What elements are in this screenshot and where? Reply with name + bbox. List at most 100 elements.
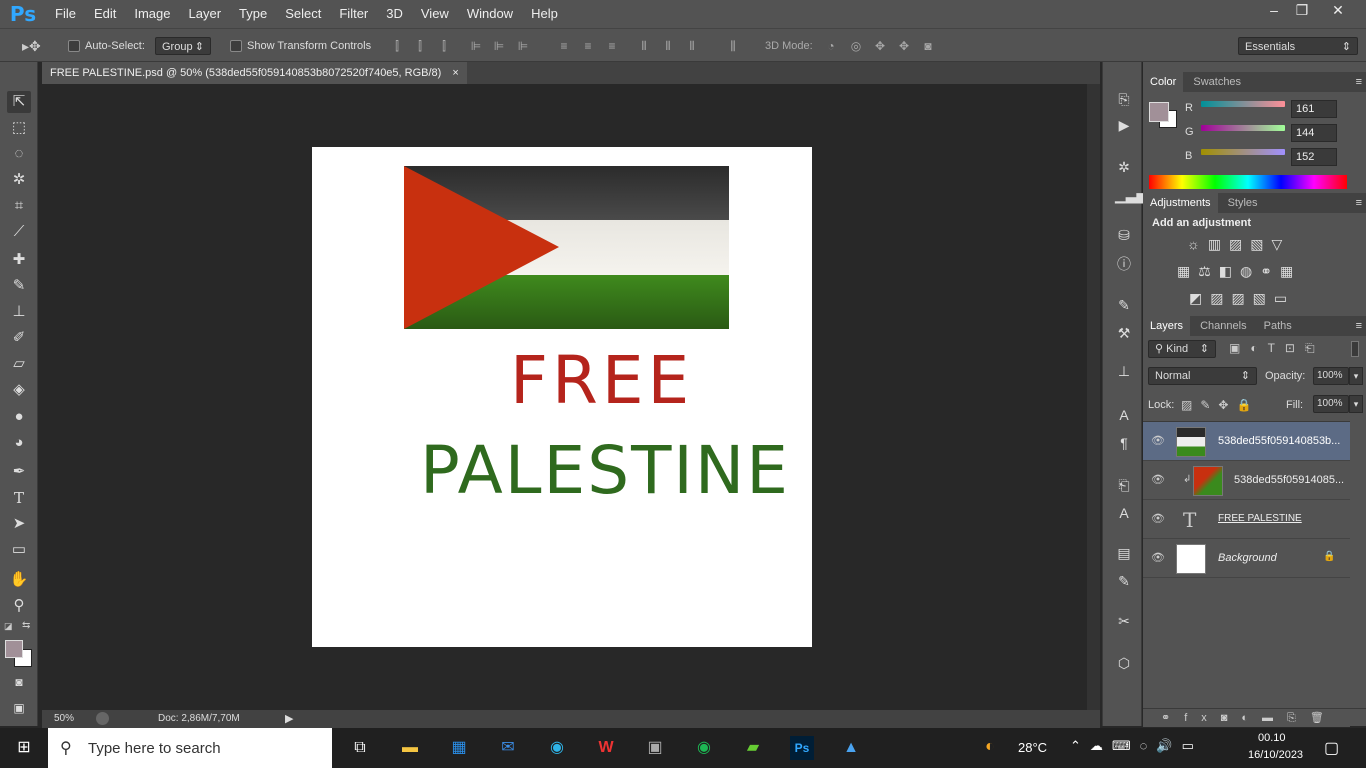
adjustment-icons-row3[interactable]: ◩▨▨▧▭ (1189, 290, 1295, 307)
dodge-tool-icon[interactable]: ◕ (7, 432, 31, 454)
brush-presets-icon[interactable]: ⛁ (1115, 226, 1133, 244)
layer-name[interactable]: 538ded55f059140853b... (1218, 435, 1340, 447)
b-value[interactable]: 152 (1291, 148, 1337, 166)
store-icon[interactable]: ▦ (447, 736, 471, 760)
auto-align-icon[interactable]: ⫼ (726, 39, 740, 53)
menu-type[interactable]: Type (230, 0, 276, 28)
tab-channels[interactable]: Channels (1193, 316, 1253, 336)
actions-panel-icon[interactable]: ▶ (1115, 116, 1133, 134)
distribute-hcenter-icon[interactable]: ⫴ (661, 39, 675, 53)
info-panel-icon[interactable]: ⓘ (1115, 255, 1133, 273)
layer-name[interactable]: FREE PALESTINE (1218, 513, 1302, 524)
3d-rotate-icon[interactable]: ◔ (824, 39, 838, 53)
align-bottom-icon[interactable]: ⫿ (437, 39, 451, 53)
foreground-color-swatch[interactable] (5, 640, 23, 658)
3d-panel-icon[interactable]: ✲ (1115, 158, 1133, 176)
vertical-scrollbar[interactable] (1087, 84, 1100, 710)
histogram-panel-icon[interactable]: ▁▃▅ (1115, 186, 1147, 204)
photoshop-taskbar-icon[interactable]: Ps (790, 736, 814, 760)
tab-layers[interactable]: Layers (1143, 316, 1191, 336)
palestine-text[interactable]: PALESTINE (420, 432, 790, 509)
layer-row[interactable]: 👁 T FREE PALESTINE (1143, 500, 1350, 539)
align-top-icon[interactable]: ⫿ (390, 39, 404, 53)
opacity-value[interactable]: 100% (1313, 367, 1349, 385)
align-hcenter-icon[interactable]: ⊫ (492, 39, 506, 53)
fill-dropdown-icon[interactable]: ▾ (1349, 395, 1363, 413)
distribute-top-icon[interactable]: ≡ (557, 39, 571, 53)
quick-mask-icon[interactable]: ◙ (7, 671, 31, 693)
panel-menu-icon[interactable]: ≡ (1356, 72, 1362, 92)
visibility-eye-icon[interactable]: 👁 (1151, 473, 1165, 487)
layer-name[interactable]: Background (1218, 552, 1277, 564)
tab-styles[interactable]: Styles (1221, 193, 1265, 213)
screen-mode-icon[interactable]: ▣ (7, 697, 31, 719)
visibility-eye-icon[interactable]: 👁 (1151, 434, 1165, 448)
3d-roll-icon[interactable]: ◎ (849, 39, 863, 53)
show-transform-checkbox[interactable]: Show Transform Controls (230, 37, 371, 55)
lasso-tool-icon[interactable]: ◌ (7, 143, 31, 165)
swap-colors-icon[interactable]: ⇆ (22, 620, 30, 631)
adjustment-icons-row2[interactable]: ▦⚖◧◍⚭▦ (1177, 263, 1301, 280)
rectangle-tool-icon[interactable]: ▭ (7, 539, 31, 561)
color-fg-swatch[interactable] (1149, 102, 1169, 122)
paint-bucket-tool-icon[interactable]: ◈ (7, 379, 31, 401)
panel-menu-icon[interactable]: ≡ (1356, 316, 1362, 336)
layer-row[interactable]: 👁 Background 🔒 (1143, 539, 1350, 578)
menu-3d[interactable]: 3D (377, 0, 412, 28)
layer-row[interactable]: 👁 538ded55f059140853b... (1143, 422, 1350, 461)
status-menu-arrow-icon[interactable]: ▶ (285, 712, 293, 725)
layers-footer-icons[interactable]: ⚭fx◙◐▬⎘🗑 (1143, 708, 1366, 726)
photos-icon[interactable]: ▲ (839, 736, 863, 760)
tab-adjustments[interactable]: Adjustments (1143, 193, 1218, 213)
move-tool-icon[interactable]: ⇱ (7, 91, 31, 113)
distribute-bottom-icon[interactable]: ≡ (605, 39, 619, 53)
3d-scale-icon[interactable]: ◙ (921, 39, 935, 53)
adjustment-icons-row1[interactable]: ☼▥▨▧▽ (1187, 236, 1290, 253)
distribute-vcenter-icon[interactable]: ≡ (581, 39, 595, 53)
timeline-icon[interactable]: ⬡ (1115, 654, 1133, 672)
close-button[interactable]: ✕ (1320, 0, 1356, 20)
crop-tool-icon[interactable]: ⌗ (7, 195, 31, 217)
visibility-eye-icon[interactable]: 👁 (1151, 512, 1165, 526)
marquee-tool-icon[interactable]: ⬚ (7, 117, 31, 139)
path-selection-tool-icon[interactable]: ➤ (7, 513, 31, 535)
app-icon[interactable]: ▰ (741, 736, 765, 760)
fill-value[interactable]: 100% (1313, 395, 1349, 413)
zoom-tool-icon[interactable]: ⚲ (7, 595, 31, 617)
task-view-icon[interactable]: ⧉ (348, 736, 372, 760)
tool-presets-icon[interactable]: ⚒ (1115, 324, 1133, 342)
history-brush-tool-icon[interactable]: ✐ (7, 327, 31, 349)
menu-layer[interactable]: Layer (180, 0, 231, 28)
opacity-dropdown-icon[interactable]: ▾ (1349, 367, 1363, 385)
align-vcenter-icon[interactable]: ⫿ (413, 39, 427, 53)
system-tray-icons[interactable]: ⌃☁⌨◌🔊▭ (1070, 738, 1203, 754)
distribute-left-icon[interactable]: ⫴ (637, 39, 651, 53)
tab-swatches[interactable]: Swatches (1186, 72, 1248, 92)
taskbar-search[interactable]: ⚲ Type here to search (48, 728, 332, 768)
spotify-icon[interactable]: ◉ (692, 736, 716, 760)
document-tab[interactable]: FREE PALESTINE.psd @ 50% (538ded55f05914… (42, 62, 467, 84)
paragraph-panel-icon[interactable]: ¶ (1115, 434, 1133, 452)
paragraph-styles-icon[interactable]: A (1115, 504, 1133, 522)
free-text[interactable]: FREE (404, 342, 764, 419)
tab-paths[interactable]: Paths (1257, 316, 1299, 336)
menu-file[interactable]: File (46, 0, 85, 28)
clock-time[interactable]: 00.10 (1258, 732, 1286, 744)
color-spectrum[interactable] (1149, 175, 1347, 189)
clone-stamp-tool-icon[interactable]: ⊥ (7, 301, 31, 323)
brush-panel-icon[interactable]: ✎ (1115, 296, 1133, 314)
wps-icon[interactable]: W (594, 736, 618, 760)
status-icon[interactable] (96, 712, 109, 725)
blend-mode-dropdown[interactable]: Normal ⇕ (1148, 367, 1257, 385)
visibility-eye-icon[interactable]: 👁 (1151, 551, 1165, 565)
filter-toggle[interactable] (1351, 341, 1359, 357)
magic-wand-tool-icon[interactable]: ✲ (7, 169, 31, 191)
layer-filter-kind-dropdown[interactable]: ⚲ Kind ⇕ (1148, 340, 1216, 358)
windows-start-icon[interactable]: ⊞ (12, 736, 36, 760)
move-tool-icon[interactable]: ▸✥ (22, 37, 41, 55)
3d-pan-icon[interactable]: ✥ (873, 39, 887, 53)
eraser-tool-icon[interactable]: ▱ (7, 353, 31, 375)
menu-image[interactable]: Image (125, 0, 179, 28)
brush-tool-icon[interactable]: ✎ (7, 275, 31, 297)
maximize-button[interactable]: ❐ (1284, 0, 1320, 20)
